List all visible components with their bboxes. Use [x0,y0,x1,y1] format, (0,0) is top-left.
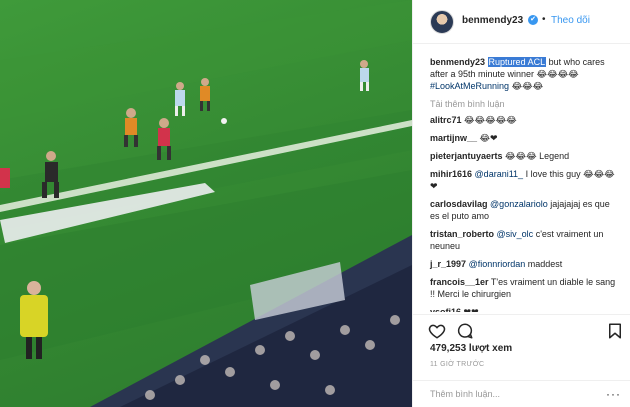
comment-text: 😂😂😂 Legend [502,151,570,161]
steward-orange [124,108,138,147]
view-count[interactable]: 479,253 lượt xem [430,343,512,354]
header-username[interactable]: benmendy23 [462,15,523,26]
player-red [0,168,10,188]
comment-username[interactable]: carlosdavilag [430,199,488,209]
header-separator: • [542,14,546,25]
comment-item: martijnw__ 😂❤ [430,132,619,144]
post-actions [413,314,630,344]
post-video[interactable] [0,0,412,407]
caption-username[interactable]: benmendy23 [430,57,485,67]
comment-text: ❤❤ [461,307,479,312]
bookmark-icon[interactable] [606,322,624,340]
load-more-comments[interactable]: Tải thêm bình luận [430,99,619,109]
comment-item: j_r_1997 @fionnriordan maddest [430,258,619,270]
comment-mention[interactable]: @fionnriordan [469,259,526,269]
post-timestamp: 11 GIỜ TRƯỚC [430,361,485,368]
avatar[interactable] [430,10,454,34]
comment-item: ysofi16 ❤❤ [430,306,619,312]
comment-text: maddest [525,259,563,269]
comment-username[interactable]: pieterjantuyaerts [430,151,503,161]
comment-item: carlosdavilag @gonzalariolo jajajajaj es… [430,198,619,222]
comment-bubble-icon[interactable] [456,322,474,340]
comment-username[interactable]: mihir1616 [430,169,472,179]
post-sidebar: benmendy23 ✔ • Theo dõi benmendy23 Ruptu… [412,0,630,407]
comment-username[interactable]: francois__1er [430,277,489,287]
add-comment-section: ··· [413,380,630,407]
comment-username[interactable]: alitrc71 [430,115,462,125]
ball [221,118,227,124]
heart-icon[interactable] [428,322,446,340]
steward-orange [200,78,210,111]
comments-list[interactable]: benmendy23 Ruptured ACL but who cares af… [413,50,630,312]
comment-mention[interactable]: @siv_olc [497,229,534,239]
comment-username[interactable]: j_r_1997 [430,259,466,269]
verified-badge-icon: ✔ [528,15,538,25]
player-sky-blue [175,82,185,116]
comment-mention[interactable]: @gonzalariolo [490,199,548,209]
comment-input[interactable] [430,387,590,401]
caption-emoji: 😂😂😂 [509,81,544,91]
comment-item: mihir1616 @darani11_ I love this guy 😂😂😂… [430,168,619,192]
caption-highlighted-text: Ruptured ACL [487,57,547,67]
caption-hashtag[interactable]: #LookAtMeRunning [430,81,509,91]
comment-item: francois__1er T'es vraiment un diable le… [430,276,619,300]
comment-text: 😂❤ [477,133,498,143]
post-header: benmendy23 ✔ • Theo dõi [413,0,630,44]
comment-item: alitrc71 😂😂😂😂😂 [430,114,619,126]
comment-username[interactable]: tristan_roberto [430,229,494,239]
post-caption: benmendy23 Ruptured ACL but who cares af… [430,56,619,92]
follow-button[interactable]: Theo dõi [551,15,590,26]
comment-username[interactable]: martijnw__ [430,133,477,143]
comment-username[interactable]: ysofi16 [430,307,461,312]
more-options-icon[interactable]: ··· [606,387,621,401]
comment-item: pieterjantuyaerts 😂😂😂 Legend [430,150,619,162]
comment-text: 😂😂😂😂😂 [461,115,517,125]
pitch-stripe [0,0,412,120]
comment-mention[interactable]: @darani11_ [475,169,524,179]
football-pitch-scene [0,0,412,407]
comment-item: tristan_roberto @siv_olc c'est vraiment … [430,228,619,252]
player-sky-blue [360,60,369,91]
